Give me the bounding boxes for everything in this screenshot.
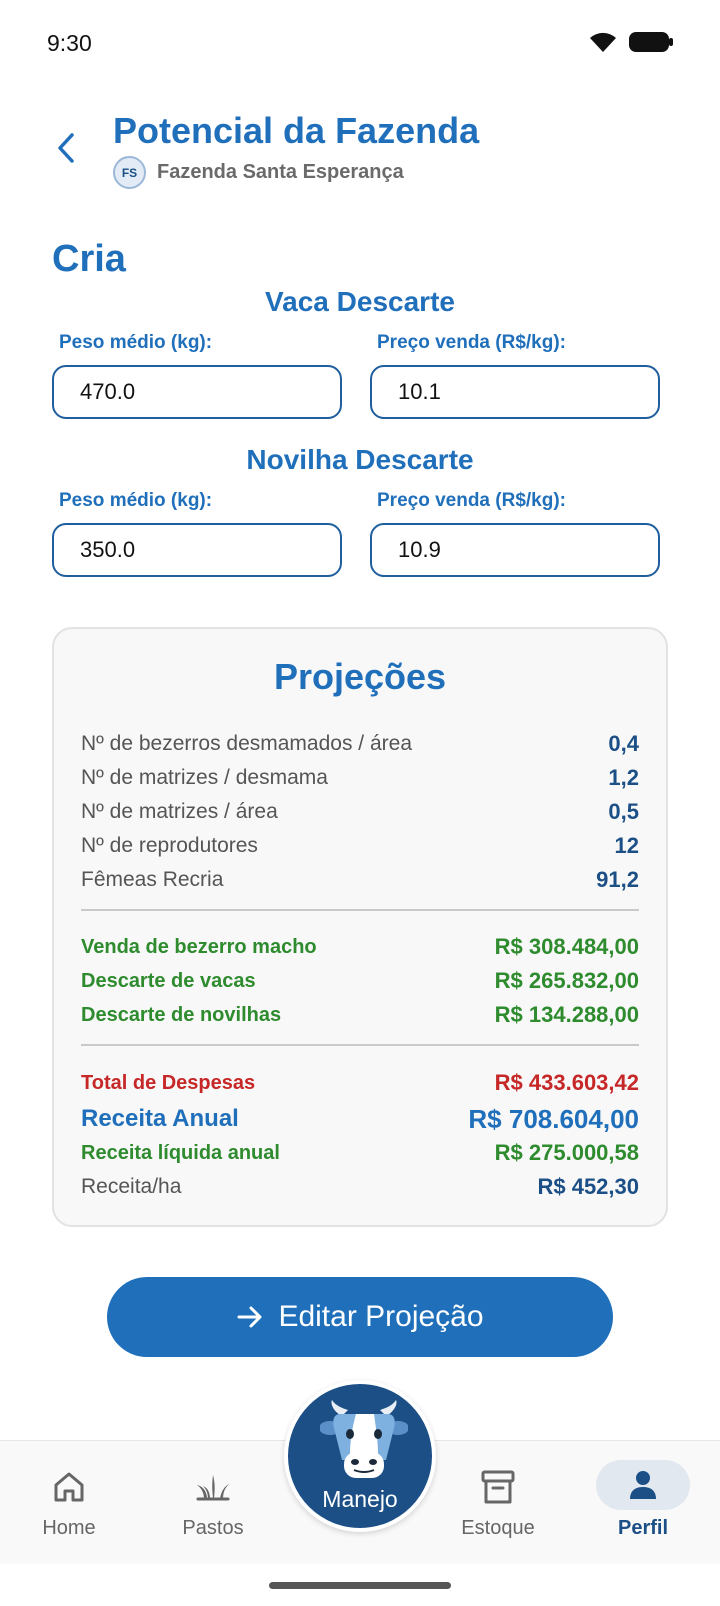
stat-row: Nº de reprodutores 12	[81, 831, 639, 861]
novilha-weight-input[interactable]	[52, 523, 342, 577]
revenue-label: Venda de bezerro macho	[81, 935, 317, 958]
chevron-left-icon	[58, 133, 74, 163]
wifi-icon	[588, 30, 618, 59]
edit-projection-label: Editar Projeção	[278, 1300, 484, 1333]
nav-item-perfil[interactable]: Perfil	[588, 1460, 698, 1540]
section-title: Cria	[52, 238, 126, 280]
manejo-button[interactable]: Manejo	[284, 1380, 436, 1532]
revenue-value: R$ 134.288,00	[494, 1002, 639, 1027]
home-indicator	[269, 1582, 451, 1589]
nav-item-home[interactable]: Home	[14, 1465, 124, 1540]
weight-label: Peso médio (kg):	[59, 490, 213, 511]
price-label: Preço venda (R$/kg):	[377, 490, 566, 511]
group-title-novilha-descarte: Novilha Descarte	[246, 444, 474, 475]
stat-value: 0,4	[608, 731, 639, 756]
net-revenue-row: Receita líquida anual R$ 275.000,58	[81, 1138, 639, 1168]
status-bar: 9:30	[0, 0, 720, 90]
stat-row: Fêmeas Recria 91,2	[81, 865, 639, 895]
net-revenue-label: Receita líquida anual	[81, 1141, 280, 1164]
revenue-label: Descarte de novilhas	[81, 1003, 282, 1026]
home-icon	[54, 1472, 84, 1502]
stat-label: Fêmeas Recria	[81, 868, 224, 891]
projections-title: Projeções	[273, 656, 447, 697]
revenue-row: Descarte de vacas R$ 265.832,00	[81, 966, 639, 996]
stat-label: Nº de matrizes / área	[81, 800, 278, 823]
price-label: Preço venda (R$/kg):	[377, 332, 566, 353]
stat-label: Nº de reprodutores	[81, 834, 258, 857]
nav-label: Home	[42, 1517, 96, 1539]
battery-icon	[628, 30, 674, 59]
farm-selector: FS Fazenda Santa Esperança	[113, 156, 404, 189]
revenue-per-ha-row: Receita/ha R$ 452,30	[81, 1172, 639, 1202]
manejo-label: Manejo	[322, 1486, 398, 1512]
stat-row: Nº de matrizes / área 0,5	[81, 797, 639, 827]
cow-icon	[320, 1400, 408, 1478]
vaca-weight-input[interactable]	[52, 365, 342, 419]
revenue-per-ha-value: R$ 452,30	[537, 1174, 639, 1199]
revenue-row: Descarte de novilhas R$ 134.288,00	[81, 1000, 639, 1030]
page-title: Potencial da Fazenda	[113, 110, 480, 151]
divider	[81, 909, 639, 911]
annual-revenue-label: Receita Anual	[81, 1105, 239, 1132]
group-title-vaca-descarte: Vaca Descarte	[265, 286, 455, 317]
nav-label: Estoque	[461, 1517, 535, 1539]
revenue-row: Venda de bezerro macho R$ 308.484,00	[81, 932, 639, 962]
status-time: 9:30	[47, 30, 92, 56]
novilha-price-input[interactable]	[370, 523, 660, 577]
revenue-per-ha-label: Receita/ha	[81, 1175, 182, 1198]
stat-row: Nº de bezerros desmamados / área 0,4	[81, 729, 639, 759]
annual-revenue-row: Receita Anual R$ 708.604,00	[81, 1101, 639, 1137]
nav-item-pastos[interactable]: Pastos	[158, 1465, 268, 1540]
stat-row: Nº de matrizes / desmama 1,2	[81, 763, 639, 793]
vaca-price-input[interactable]	[370, 365, 660, 419]
annual-revenue-value: R$ 708.604,00	[468, 1103, 639, 1134]
farm-name: Fazenda Santa Esperança	[157, 161, 404, 183]
stat-value: 12	[614, 833, 639, 858]
revenue-label: Descarte de vacas	[81, 969, 256, 992]
divider	[81, 1044, 639, 1046]
grass-icon	[196, 1475, 230, 1501]
expenses-row: Total de Despesas R$ 433.603,42	[81, 1068, 639, 1098]
expenses-value: R$ 433.603,42	[494, 1070, 639, 1095]
stat-label: Nº de matrizes / desmama	[81, 766, 328, 789]
active-indicator	[596, 1460, 690, 1510]
back-button[interactable]	[48, 130, 84, 166]
projections-card: Projeções Nº de bezerros desmamados / ár…	[52, 627, 668, 1227]
stat-label: Nº de bezerros desmamados / área	[81, 732, 412, 755]
nav-label: Perfil	[617, 1517, 669, 1539]
archive-box-icon	[481, 1470, 515, 1504]
nav-item-estoque[interactable]: Estoque	[443, 1465, 553, 1540]
nav-label: Pastos	[182, 1517, 244, 1539]
stat-value: 0,5	[608, 799, 639, 824]
arrow-right-icon	[237, 1306, 262, 1328]
revenue-value: R$ 308.484,00	[494, 934, 639, 959]
expenses-label: Total de Despesas	[81, 1071, 256, 1094]
status-icons	[588, 30, 674, 59]
stat-value: 91,2	[596, 867, 639, 892]
app-header: Potencial da Fazenda FS Fazenda Santa Es…	[0, 100, 720, 200]
person-icon	[630, 1471, 656, 1499]
revenue-value: R$ 265.832,00	[494, 968, 639, 993]
net-revenue-value: R$ 275.000,58	[494, 1140, 639, 1165]
farm-avatar: FS	[113, 156, 146, 189]
stat-value: 1,2	[608, 765, 639, 790]
weight-label: Peso médio (kg):	[59, 332, 213, 353]
edit-projection-button[interactable]: Editar Projeção	[107, 1277, 613, 1357]
